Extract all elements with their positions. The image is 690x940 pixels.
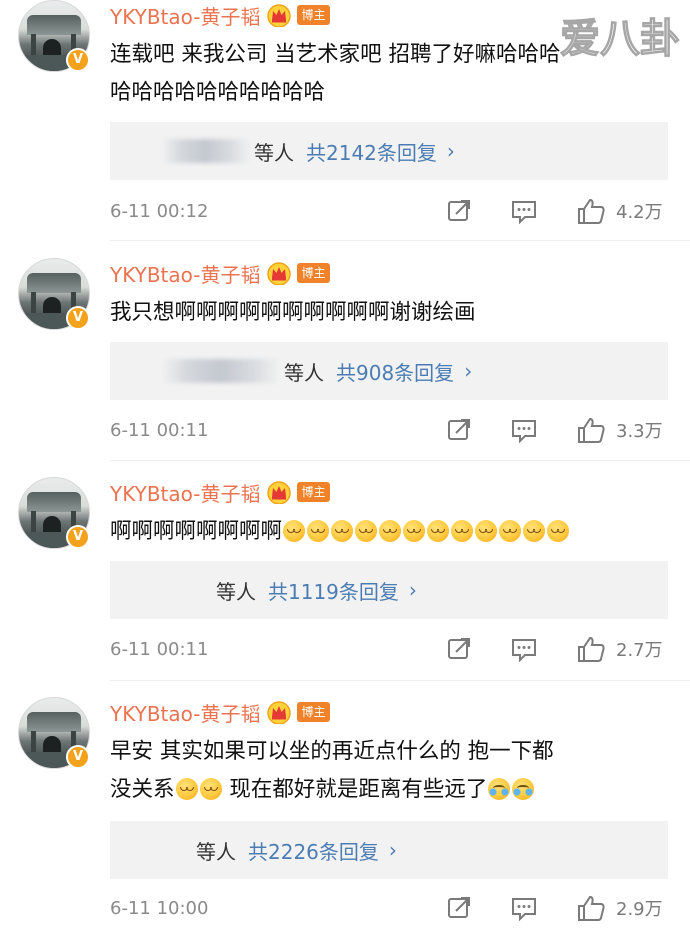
divider (110, 680, 690, 681)
reply-prefix: 等人 (254, 140, 294, 165)
chevron-right-icon: › (388, 838, 397, 862)
chevron-right-icon: › (464, 359, 473, 383)
crown-icon (267, 4, 292, 27)
emoji-run (282, 519, 570, 544)
crown-icon (267, 701, 292, 724)
reply-count-link[interactable]: 共2226条回复 (248, 836, 379, 865)
comment-text: 我只想啊啊啊啊啊啊啊啊啊啊谢谢绘画 (110, 300, 476, 325)
divider (110, 240, 690, 241)
divider (110, 460, 690, 461)
comment-header: YKYBtao-黄子韬 博主 (110, 695, 330, 729)
blurred-names (162, 139, 250, 163)
avatar[interactable]: V (18, 697, 90, 769)
thumbs-up-icon (578, 895, 605, 921)
comment-meta: 6-11 00:11 2.7万 (110, 634, 670, 664)
reply-summary[interactable]: 等人 共908条回复 › (110, 342, 668, 400)
timestamp: 6-11 00:11 (110, 638, 209, 660)
blush-emoji (199, 778, 222, 800)
verified-v-icon: V (66, 525, 90, 549)
thumbs-up-icon (578, 636, 605, 662)
reply-summary[interactable]: 等人 共2142条回复 › (110, 122, 668, 180)
like-count: 4.2万 (616, 202, 663, 223)
verified-v-icon: V (66, 306, 90, 330)
verified-v-icon: V (66, 48, 90, 72)
avatar[interactable]: V (18, 477, 90, 549)
comment-text: 啊啊啊啊啊啊啊啊 (110, 513, 670, 551)
blush-emoji (355, 520, 378, 542)
share-icon[interactable] (446, 636, 474, 662)
thumbs-up-icon (578, 198, 605, 224)
reply-count-link[interactable]: 共1119条回复 (268, 576, 399, 605)
comment-header: YKYBtao-黄子韬 博主 (110, 256, 330, 290)
timestamp: 6-11 00:12 (110, 200, 209, 222)
share-icon[interactable] (446, 417, 474, 443)
blush-emoji (379, 520, 402, 542)
author-badge: 博主 (297, 5, 330, 25)
reply-count-link[interactable]: 共2142条回复 (306, 137, 437, 166)
blush-emoji (175, 778, 198, 800)
crown-icon (267, 262, 292, 285)
share-icon[interactable] (446, 895, 474, 921)
blush-emoji (427, 520, 450, 542)
like-count: 2.7万 (616, 640, 663, 661)
timestamp: 6-11 00:11 (110, 419, 209, 441)
reply-summary[interactable]: 等人 共2226条回复 › (110, 821, 668, 879)
username-link[interactable]: YKYBtao-黄子韬 (110, 698, 260, 727)
blush-emoji (307, 520, 330, 542)
laugh-cry-emoji (512, 778, 535, 800)
blush-emoji (331, 520, 354, 542)
comment-icon[interactable] (510, 636, 538, 662)
verified-v-icon: V (66, 745, 90, 769)
comment-meta: 6-11 00:12 4.2万 (110, 196, 670, 226)
like-button[interactable]: 4.2万 (576, 196, 663, 226)
comment-meta: 6-11 10:00 2.9万 (110, 893, 670, 923)
blush-emoji (283, 520, 306, 542)
timestamp: 6-11 10:00 (110, 897, 209, 919)
blush-emoji (523, 520, 546, 542)
author-badge: 博主 (297, 482, 330, 502)
share-icon[interactable] (446, 198, 474, 224)
svg-text:爱八卦: 爱八卦 (560, 16, 680, 62)
avatar[interactable]: V (18, 0, 90, 72)
reply-count-link[interactable]: 共908条回复 (336, 357, 454, 386)
avatar[interactable]: V (18, 258, 90, 330)
blush-emoji (499, 520, 522, 542)
reply-summary[interactable]: 等人 共1119条回复 › (110, 561, 668, 619)
like-button[interactable]: 2.9万 (576, 893, 663, 923)
thumbs-up-icon (578, 417, 605, 443)
author-badge: 博主 (297, 263, 330, 283)
reply-prefix: 等人 (284, 360, 324, 385)
comment-text: 早安 其实如果可以坐的再近点什么的 抱一下都 没关系 现在都好就是距离有些远了 (110, 739, 554, 802)
blush-emoji (403, 520, 426, 542)
username-link[interactable]: YKYBtao-黄子韬 (110, 478, 260, 507)
reply-prefix: 等人 (216, 579, 256, 604)
like-count: 3.3万 (616, 421, 663, 442)
like-button[interactable]: 3.3万 (576, 415, 663, 445)
username-link[interactable]: YKYBtao-黄子韬 (110, 1, 260, 30)
comment-meta: 6-11 00:11 3.3万 (110, 415, 670, 445)
like-count: 2.9万 (616, 899, 663, 920)
comment-icon[interactable] (510, 895, 538, 921)
comment-icon[interactable] (510, 417, 538, 443)
like-button[interactable]: 2.7万 (576, 634, 663, 664)
comment-icon[interactable] (510, 198, 538, 224)
blurred-names (162, 359, 280, 383)
reply-prefix: 等人 (196, 839, 236, 864)
crown-icon (267, 481, 292, 504)
watermark-logo: 爱八卦 (560, 15, 681, 62)
blush-emoji (547, 520, 570, 542)
laugh-cry-emoji (488, 778, 511, 800)
chevron-right-icon: › (408, 578, 417, 602)
chevron-right-icon: › (446, 139, 455, 163)
blush-emoji (451, 520, 474, 542)
blush-emoji (475, 520, 498, 542)
username-link[interactable]: YKYBtao-黄子韬 (110, 259, 260, 288)
comment-header: YKYBtao-黄子韬 博主 (110, 475, 330, 509)
author-badge: 博主 (297, 702, 330, 722)
comment-header: YKYBtao-黄子韬 博主 (110, 0, 330, 32)
